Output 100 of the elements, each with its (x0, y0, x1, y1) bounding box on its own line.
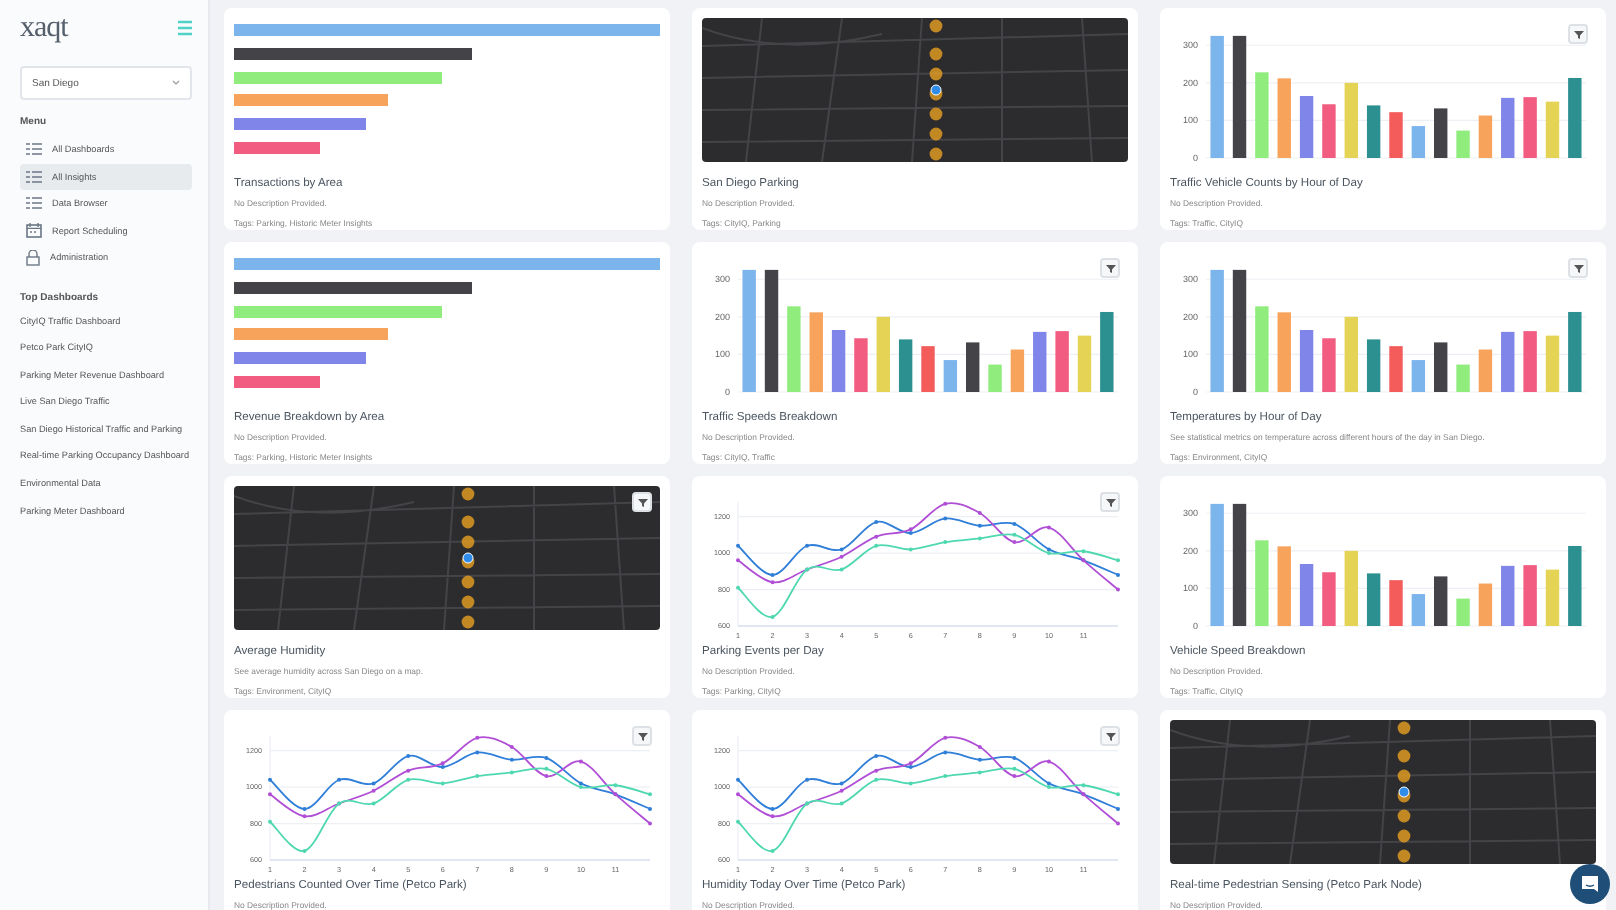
data-point (544, 755, 549, 760)
data-point (406, 754, 411, 759)
chart-bar (921, 346, 935, 392)
chart-bar (1456, 598, 1470, 626)
chart-bar (966, 342, 980, 392)
chart-bar (809, 312, 823, 392)
chart-bar (1210, 503, 1224, 626)
chart-bar (1411, 126, 1426, 158)
chart-bar (742, 269, 756, 392)
filter-icon (1573, 29, 1583, 39)
list-icon (26, 196, 42, 211)
data-point (874, 534, 879, 539)
data-point (805, 777, 810, 782)
data-point (943, 774, 948, 779)
filter-icon (637, 731, 647, 741)
data-point (1046, 759, 1051, 764)
data-point (977, 744, 982, 749)
data-point (475, 774, 480, 779)
filter-button[interactable] (1100, 726, 1120, 746)
chart-bar (1478, 115, 1493, 158)
data-point (337, 777, 342, 782)
data-point (943, 516, 948, 521)
data-point (770, 814, 775, 819)
chart-bar (1501, 331, 1515, 392)
data-point (509, 770, 514, 775)
data-point (544, 766, 549, 771)
data-point (1046, 525, 1051, 530)
lock-icon (26, 249, 40, 266)
data-point (943, 540, 948, 545)
data-point (874, 777, 879, 782)
data-point (908, 781, 913, 786)
data-point (302, 814, 307, 819)
data-point (475, 750, 480, 755)
chart-bar (1255, 72, 1269, 158)
chart-bar (1434, 576, 1448, 626)
chart-bar (1523, 97, 1537, 158)
data-point (406, 777, 411, 782)
chart-bar (1456, 130, 1470, 158)
data-point (977, 757, 982, 762)
chart-bar (988, 364, 1002, 392)
filter-button[interactable] (1568, 24, 1588, 44)
chart-bar (831, 330, 846, 392)
filter-button[interactable] (632, 726, 652, 746)
filter-icon (1573, 263, 1583, 273)
chart-bar (1389, 580, 1403, 626)
data-point (302, 848, 307, 853)
chart-bar (854, 338, 868, 392)
filter-icon (1105, 497, 1115, 507)
data-point (874, 520, 879, 525)
data-point (943, 501, 948, 506)
filter-icon (1105, 731, 1115, 741)
data-point (613, 783, 618, 788)
chart-bar (1523, 565, 1537, 626)
filter-icon (637, 497, 647, 507)
chart-bar (1523, 331, 1537, 392)
chart-bar (1277, 312, 1291, 392)
data-point (874, 543, 879, 548)
chart-bar (1322, 104, 1336, 158)
data-point (770, 614, 775, 619)
chart-bar (764, 269, 779, 392)
filter-button[interactable] (1100, 492, 1120, 512)
chart-bar (787, 306, 801, 392)
data-point (371, 801, 376, 806)
data-point (302, 806, 307, 811)
data-point (805, 543, 810, 548)
chart-bar (1232, 35, 1247, 158)
chart-bar (1232, 503, 1247, 626)
logo: xaqt (20, 11, 68, 45)
data-point (770, 572, 775, 577)
data-point (475, 735, 480, 740)
chart-bar (1389, 112, 1403, 158)
data-point (977, 536, 982, 541)
chart-bar (1055, 331, 1069, 392)
data-point (977, 510, 982, 515)
chart-bar (1299, 564, 1314, 626)
chart-bar (1568, 77, 1582, 158)
chart-bar (1322, 572, 1336, 626)
chart-bar (1478, 349, 1493, 392)
filter-icon (1105, 263, 1115, 273)
chart-bar (234, 141, 320, 154)
data-point (1012, 766, 1017, 771)
chart-bar (1255, 540, 1269, 626)
chart-bar (1389, 346, 1403, 392)
data-point (1012, 540, 1017, 545)
filter-button[interactable] (1100, 258, 1120, 278)
chart-bar (876, 316, 890, 392)
data-point (977, 770, 982, 775)
chart-bar (1255, 306, 1269, 392)
data-point (839, 801, 844, 806)
data-point (1012, 774, 1017, 779)
chart-bar (1344, 82, 1358, 158)
chart-bar (1010, 349, 1025, 392)
calendar-icon (26, 222, 42, 239)
data-point (977, 523, 982, 528)
chart-bar (1411, 360, 1426, 392)
filter-button[interactable] (632, 492, 652, 512)
data-point (874, 768, 879, 773)
chart-bar (1501, 97, 1515, 158)
filter-button[interactable] (1568, 258, 1588, 278)
chart-bar (1277, 546, 1291, 626)
